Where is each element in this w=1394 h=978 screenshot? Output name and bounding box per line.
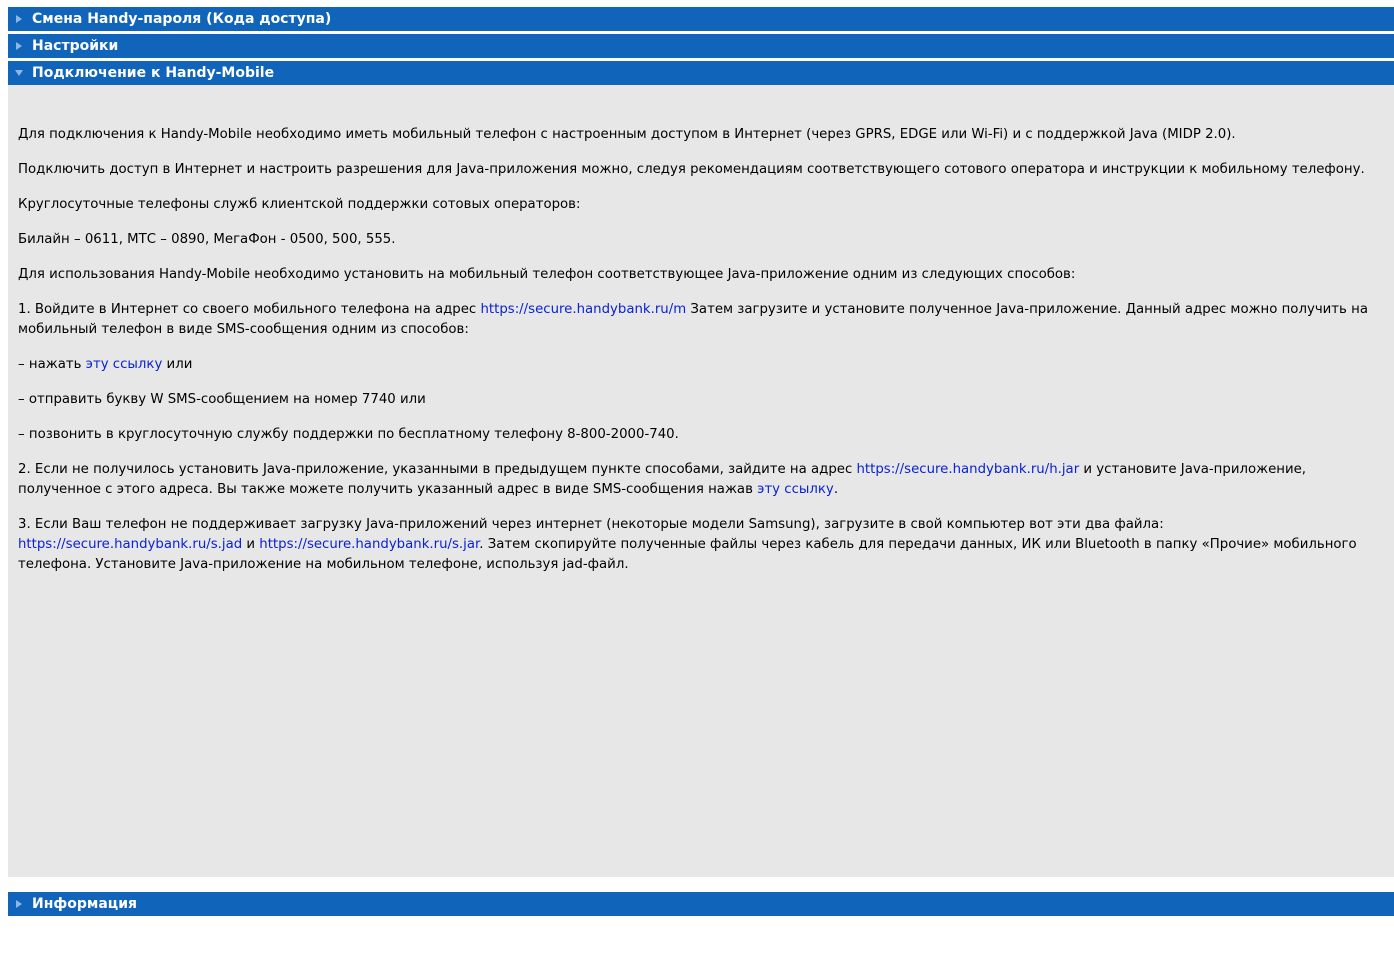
link-secure-s-jar[interactable]: https://secure.handybank.ru/s.jar — [259, 537, 479, 552]
section-header-handy-mobile[interactable]: Подключение к Handy-Mobile — [8, 61, 1394, 85]
paragraph-step-1: 1. Войдите в Интернет со своего мобильно… — [18, 300, 1384, 340]
step-2-text: 2. Если не получилось установить Java-пр… — [18, 462, 857, 477]
step-2-text-end: . — [833, 482, 839, 497]
paragraph-install-intro: Для использования Handy-Mobile необходим… — [18, 267, 1076, 282]
section-title: Информация — [32, 896, 137, 912]
triangle-right-icon — [15, 42, 23, 50]
step-1-text: 1. Войдите в Интернет со своего мобильно… — [18, 302, 481, 317]
paragraph-step-2: 2. Если не получилось установить Java-пр… — [18, 460, 1384, 500]
triangle-right-icon — [15, 900, 23, 908]
link-secure-m[interactable]: https://secure.handybank.ru/m — [480, 302, 686, 317]
accordion: Смена Handy-пароля (Кода доступа) Настро… — [8, 7, 1394, 919]
link-this-link-1[interactable]: эту ссылку — [86, 357, 163, 372]
section-title: Подключение к Handy-Mobile — [32, 65, 275, 81]
paragraph-option-call: – позвонить в круглосуточную службу подд… — [18, 427, 679, 442]
paragraph-requirements: Для подключения к Handy-Mobile необходим… — [18, 127, 1236, 142]
step-3-text: 3. Если Ваш телефон не поддерживает загр… — [18, 517, 1164, 532]
paragraph-setup: Подключить доступ в Интернет и настроить… — [18, 162, 1365, 177]
option-text-cont: или — [162, 357, 193, 372]
triangle-right-icon — [15, 15, 23, 23]
paragraph-option-link: – нажать эту ссылку или — [18, 355, 1384, 375]
section-header-password[interactable]: Смена Handy-пароля (Кода доступа) — [8, 7, 1394, 31]
paragraph-support-heading: Круглосуточные телефоны служб клиентской… — [18, 197, 581, 212]
section-title: Настройки — [32, 38, 119, 54]
triangle-down-icon — [15, 69, 23, 77]
step-3-text-and: и — [242, 537, 260, 552]
link-secure-h-jar[interactable]: https://secure.handybank.ru/h.jar — [856, 462, 1079, 477]
paragraph-support-numbers: Билайн – 0611, МТС – 0890, МегаФон - 050… — [18, 232, 396, 247]
option-text: – нажать — [18, 357, 86, 372]
section-header-info[interactable]: Информация — [8, 892, 1394, 916]
link-secure-s-jad[interactable]: https://secure.handybank.ru/s.jad — [18, 537, 242, 552]
paragraph-option-sms: – отправить букву W SMS-сообщением на но… — [18, 392, 426, 407]
paragraph-step-3: 3. Если Ваш телефон не поддерживает загр… — [18, 515, 1384, 575]
section-header-settings[interactable]: Настройки — [8, 34, 1394, 58]
section-content-handy-mobile: Для подключения к Handy-Mobile необходим… — [8, 85, 1394, 877]
section-title: Смена Handy-пароля (Кода доступа) — [32, 11, 332, 27]
link-this-link-2[interactable]: эту ссылку — [757, 482, 834, 497]
